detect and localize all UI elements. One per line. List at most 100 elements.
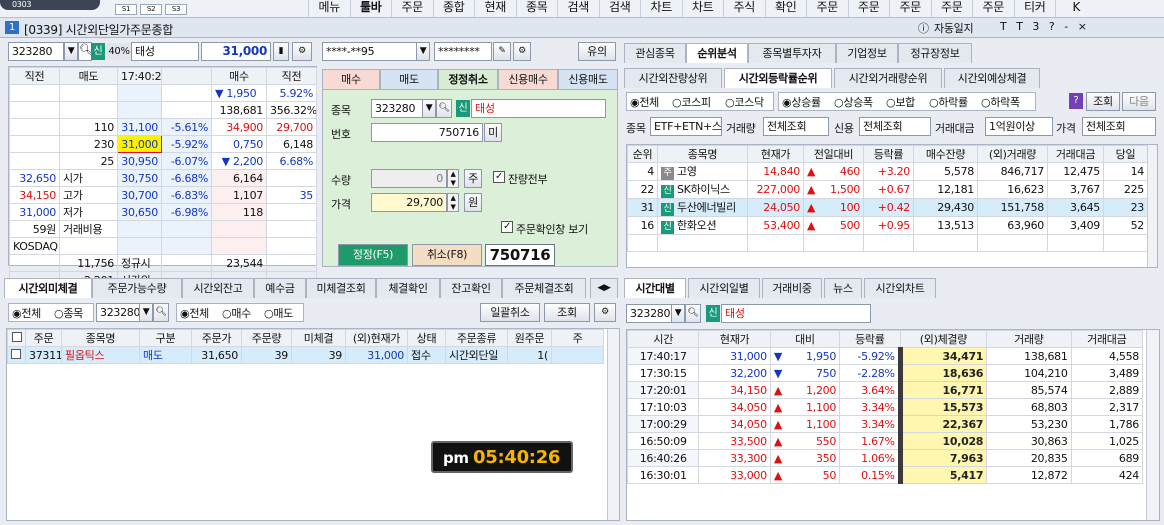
order-code-input[interactable]: 323280: [371, 99, 423, 118]
radio-flat[interactable]: ○보합: [886, 94, 915, 110]
radio-kosdaq[interactable]: ○코스닥: [725, 94, 764, 110]
table-row[interactable]: 16:50:09 33,500 ▲ 550 1.67% 10,028 30,863 1,025: [627, 432, 1144, 450]
account-dropdown[interactable]: ▼: [416, 42, 430, 61]
table-row[interactable]: 16 신 한화오션 53,400 ▲ 500 +0.95 13,513 63,960 3,409 5…: [627, 216, 1148, 235]
table-row[interactable]: ▼ 1,950 5.92%: [9, 84, 317, 102]
tab-sell[interactable]: 매도: [380, 69, 438, 89]
table-row[interactable]: 17:30:15 32,200 ▼ 750 -2.28% 18,636 104,210 3,4…: [627, 364, 1144, 382]
table-row[interactable]: 25 30,950 -6.07% ▼ 2,200 6.68%: [9, 152, 317, 170]
chart-icon[interactable]: ▮: [273, 42, 289, 61]
tab-remain-top[interactable]: 시간외잔량상위: [624, 68, 722, 88]
search-icon[interactable]: 🔍︎: [153, 303, 169, 322]
notice-button[interactable]: 유의: [578, 42, 616, 61]
unfilled-lookup-button[interactable]: 미: [484, 123, 502, 142]
tab-afterhours-balance[interactable]: 시간외잔고: [182, 278, 254, 298]
tab-rank-analysis[interactable]: 순위분석: [686, 43, 748, 63]
radio-stock[interactable]: ○종목: [54, 305, 83, 321]
menu-item[interactable]: 검색: [557, 0, 599, 17]
quote-code-dropdown[interactable]: ▼: [64, 42, 78, 61]
tab-credit-sell[interactable]: 신용매도: [558, 69, 618, 89]
menu-item[interactable]: 확인: [764, 0, 807, 17]
price-unit-button[interactable]: 원: [464, 193, 482, 212]
tab-unfilled-query[interactable]: 미체결조회: [306, 278, 376, 298]
tab-company[interactable]: 기업정보: [836, 43, 898, 63]
table-row[interactable]: 31 신 두산에너빌리 24,050 ▲ 100 +0.42 29,430 151,758 3,6…: [627, 198, 1148, 217]
menu-item[interactable]: 현재: [474, 0, 516, 17]
table-row[interactable]: 138,681 356.32%: [9, 101, 317, 119]
tab-volume-rank[interactable]: 시간외거래량순위: [834, 68, 942, 88]
menu-item[interactable]: 주문: [391, 0, 433, 17]
menu-item[interactable]: 검색: [598, 0, 641, 17]
tab-news[interactable]: 뉴스: [824, 278, 862, 298]
tab-buy[interactable]: 매수: [322, 69, 380, 89]
radio-all[interactable]: ◉전체: [630, 94, 659, 110]
table-row[interactable]: 34,150 고가 30,700 -6.83% 1,107 35: [9, 186, 317, 204]
radio-rise-rate[interactable]: ◉상승률: [782, 94, 821, 110]
filter-stock-select[interactable]: ETF+ETN+스: [650, 117, 722, 136]
tab-afterhours-daily[interactable]: 시간외일별: [688, 278, 760, 298]
search-icon[interactable]: 🔍︎: [78, 42, 93, 61]
unfilled-query-button[interactable]: 조회: [544, 303, 590, 322]
radio-all[interactable]: ◉전체: [12, 305, 41, 321]
radio-all-side[interactable]: ◉전체: [180, 305, 209, 321]
table-row[interactable]: 110 31,100 -5.61% 34,900 29,700: [9, 118, 317, 136]
row-checkbox[interactable]: [11, 348, 21, 359]
account-select[interactable]: ****-**95: [322, 42, 418, 61]
radio-fall-amt[interactable]: ○하락폭: [981, 94, 1020, 110]
password-input[interactable]: ********: [434, 42, 492, 61]
search-icon[interactable]: 🔍︎: [436, 99, 452, 118]
radio-buy[interactable]: ○매수: [222, 305, 251, 321]
gear-icon[interactable]: ⚙: [513, 42, 531, 61]
price-input[interactable]: 29,700: [371, 193, 447, 212]
radio-rise-amt[interactable]: ○상승폭: [834, 94, 873, 110]
radio-fall-rate[interactable]: ○하락률: [929, 94, 968, 110]
table-row[interactable]: 31,000 저가 30,650 -6.98% 118: [9, 203, 317, 221]
menu-item[interactable]: 주문: [972, 0, 1014, 17]
tab-scroll-arrows[interactable]: ◀▶: [590, 278, 618, 298]
tab-credit-buy[interactable]: 신용매수: [498, 69, 558, 89]
tab-expected-exec[interactable]: 시간외예상체결: [944, 68, 1040, 88]
filter-amount-select[interactable]: 1억원이상: [985, 117, 1053, 136]
window-controls[interactable]: T T 3 ? - ×: [1000, 20, 1160, 33]
help-icon[interactable]: ?: [1069, 93, 1083, 109]
table-row[interactable]: 22 신 SK하이닉스 227,000 ▲ 1,500 +0.67 12,181 16,623 3…: [627, 180, 1148, 199]
table-row[interactable]: 17:10:03 34,050 ▲ 1,100 3.34% 15,573 68,803 2,3…: [627, 398, 1144, 416]
menu-item[interactable]: 주문: [847, 0, 890, 17]
bulk-cancel-button[interactable]: 일괄취소: [480, 303, 540, 322]
menu-item[interactable]: 티커: [1013, 0, 1056, 17]
tab-deposit[interactable]: 예수금: [254, 278, 306, 298]
menu-item[interactable]: K: [1055, 0, 1097, 17]
select-all-checkbox[interactable]: [11, 331, 22, 342]
table-row[interactable]: 17:00:29 34,050 ▲ 1,100 3.34% 22,367 53,230 1,7…: [627, 415, 1144, 433]
filter-price-select[interactable]: 전체조회: [1082, 117, 1156, 136]
table-row[interactable]: 16:30:01 33,000 ▲ 50 0.15% 5,417 12,872 424: [627, 466, 1144, 484]
ticks-code-input[interactable]: 323280: [626, 304, 672, 323]
auto-log-label[interactable]: 자동일지: [934, 20, 974, 36]
qty-input[interactable]: 0: [371, 169, 447, 188]
qty-stepper[interactable]: ▲ ▼: [447, 169, 459, 188]
unfilled-code-dropdown[interactable]: ▼: [139, 303, 153, 322]
tab-trade-weight[interactable]: 거래비중: [762, 278, 822, 298]
confirm-checkbox[interactable]: ✓: [501, 221, 513, 233]
table-row[interactable]: 37311 필옵틱스 매도 31,650 39 39 31,000 접수 시간외단일 1(: [7, 346, 604, 364]
tab-modify-cancel[interactable]: 정정취소: [438, 69, 498, 89]
ticks-code-dropdown[interactable]: ▼: [671, 304, 685, 323]
tab-by-time[interactable]: 시간대별: [624, 278, 686, 298]
menu-item[interactable]: 툴바: [349, 0, 392, 17]
tab-exec-confirm[interactable]: 체결확인: [376, 278, 440, 298]
tab-balance-confirm[interactable]: 잔고확인: [440, 278, 502, 298]
unfilled-scrollbar[interactable]: [607, 329, 619, 520]
screen-3-button[interactable]: S3: [165, 4, 187, 15]
menu-item[interactable]: 주식: [723, 0, 765, 17]
tab-investor[interactable]: 종목별투자자: [748, 43, 836, 63]
screen-1-button[interactable]: S1: [115, 4, 137, 15]
table-row[interactable]: 230 31,000 -5.92% 0,750 6,148: [9, 135, 317, 153]
table-row[interactable]: KOSDAQ: [9, 237, 317, 255]
menu-item[interactable]: 메뉴: [308, 0, 350, 17]
qty-unit-button[interactable]: 주: [464, 169, 482, 188]
filter-volume-select[interactable]: 전체조회: [763, 117, 829, 136]
tab-change-rate-rank[interactable]: 시간외등락률순위: [724, 68, 832, 88]
menu-item[interactable]: 종목: [515, 0, 558, 17]
rank-query-button[interactable]: 조회: [1086, 92, 1120, 111]
tab-afterhours-unfilled[interactable]: 시간외미체결: [4, 278, 92, 298]
